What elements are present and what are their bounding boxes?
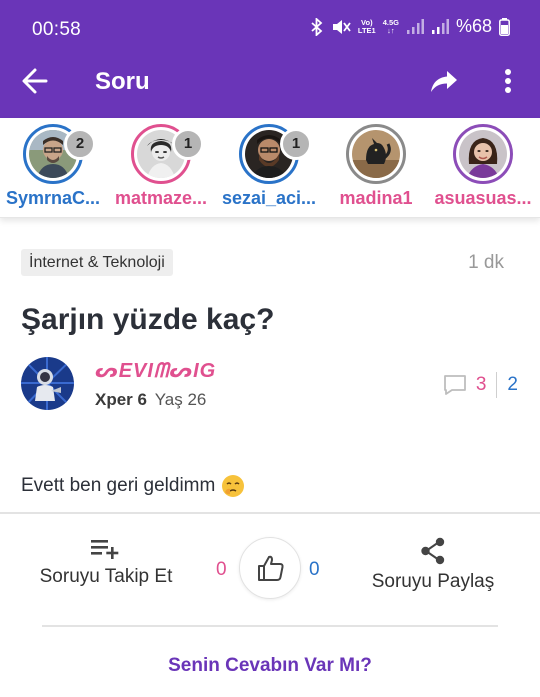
playlist-add-icon bbox=[91, 540, 119, 559]
time-ago: 1 dk bbox=[468, 252, 504, 273]
story-item[interactable]: asuasuas... bbox=[428, 124, 538, 214]
share-arrow-icon bbox=[431, 71, 457, 92]
author-age: Yaş 26 bbox=[154, 390, 207, 409]
mute-icon bbox=[332, 19, 351, 34]
avatar-astronaut-icon bbox=[21, 357, 74, 410]
question-body-text: Evett ben geri geldimm bbox=[21, 475, 216, 496]
answer-count: 2 bbox=[507, 374, 518, 395]
shushing-face-icon bbox=[222, 475, 245, 497]
section-divider-bottom bbox=[42, 625, 498, 627]
arrow-left-icon bbox=[22, 68, 48, 94]
story-item[interactable]: madina1 bbox=[321, 124, 431, 214]
author-xp: Xper 6 bbox=[95, 390, 147, 409]
down-vote-count[interactable]: 0 bbox=[216, 559, 227, 581]
question-counts[interactable]: 3 2 bbox=[442, 372, 518, 398]
story-badge: 2 bbox=[64, 128, 96, 160]
more-vertical-icon bbox=[505, 69, 511, 93]
status-time: 00:58 bbox=[32, 19, 82, 40]
story-avatar-ring bbox=[346, 124, 406, 184]
comment-icon bbox=[443, 375, 466, 395]
like-button[interactable] bbox=[239, 537, 301, 599]
avatar-woman-icon bbox=[459, 130, 507, 178]
author-meta: Xper 6 Yaş 26 bbox=[95, 390, 206, 410]
stories-row: 2 SymrnaC... 1 matmaze... 1 sezai_aci...… bbox=[0, 118, 540, 218]
battery-icon bbox=[499, 17, 510, 36]
question-body: Evett ben geri geldimm bbox=[21, 474, 245, 498]
app-bar: Soru bbox=[0, 44, 540, 118]
story-name: SymrnaC... bbox=[5, 188, 101, 208]
story-item[interactable]: 2 SymrnaC... bbox=[0, 124, 108, 214]
page-title: Soru bbox=[95, 68, 150, 95]
count-divider bbox=[496, 372, 498, 398]
story-item[interactable]: 1 sezai_aci... bbox=[214, 124, 324, 214]
more-options-button[interactable] bbox=[496, 65, 520, 97]
author-username[interactable]: ᔕEVIᗰᔕIG bbox=[95, 358, 216, 383]
story-item[interactable]: 1 matmaze... bbox=[106, 124, 216, 214]
answer-prompt-link[interactable]: Senin Cevabın Var Mı? bbox=[0, 655, 540, 677]
story-avatar-ring bbox=[453, 124, 513, 184]
follow-question-button[interactable]: Soruyu Takip Et bbox=[30, 535, 182, 599]
follow-label: Soruyu Takip Et bbox=[39, 566, 173, 587]
thumbs-up-icon bbox=[258, 555, 284, 581]
story-name: asuasuas... bbox=[434, 188, 532, 208]
author-avatar[interactable] bbox=[21, 357, 74, 410]
category-chip[interactable]: İnternet & Teknoloji bbox=[21, 249, 173, 276]
back-button[interactable] bbox=[20, 66, 54, 96]
signal-icon bbox=[406, 18, 424, 34]
up-vote-count[interactable]: 0 bbox=[309, 559, 320, 581]
status-icons: Vo) LTE1 4.5G ↓↑ %68 bbox=[310, 16, 510, 37]
share-button[interactable] bbox=[428, 65, 460, 97]
story-name: matmaze... bbox=[114, 188, 208, 208]
network-gen: 4.5G ↓↑ bbox=[382, 17, 399, 35]
status-bar: 00:58 Vo) LTE1 4.5G ↓↑ %68 bbox=[0, 0, 540, 44]
battery-percent: %68 bbox=[455, 16, 492, 36]
comment-count: 3 bbox=[475, 374, 487, 395]
question-title: Şarjın yüzde kaç? bbox=[21, 303, 275, 336]
section-divider bbox=[0, 512, 540, 514]
story-badge: 1 bbox=[280, 128, 312, 160]
avatar-cat-icon bbox=[352, 130, 400, 178]
story-badge: 1 bbox=[172, 128, 204, 160]
share-nodes-icon bbox=[421, 537, 445, 565]
story-name: sezai_aci... bbox=[221, 188, 317, 208]
share-label: Soruyu Paylaş bbox=[371, 571, 495, 592]
signal-icon-2 bbox=[431, 18, 449, 34]
story-name: madina1 bbox=[339, 188, 413, 208]
network-label: Vo) LTE1 bbox=[357, 17, 376, 35]
bluetooth-icon bbox=[311, 17, 323, 36]
share-question-button[interactable]: Soruyu Paylaş bbox=[360, 535, 506, 599]
